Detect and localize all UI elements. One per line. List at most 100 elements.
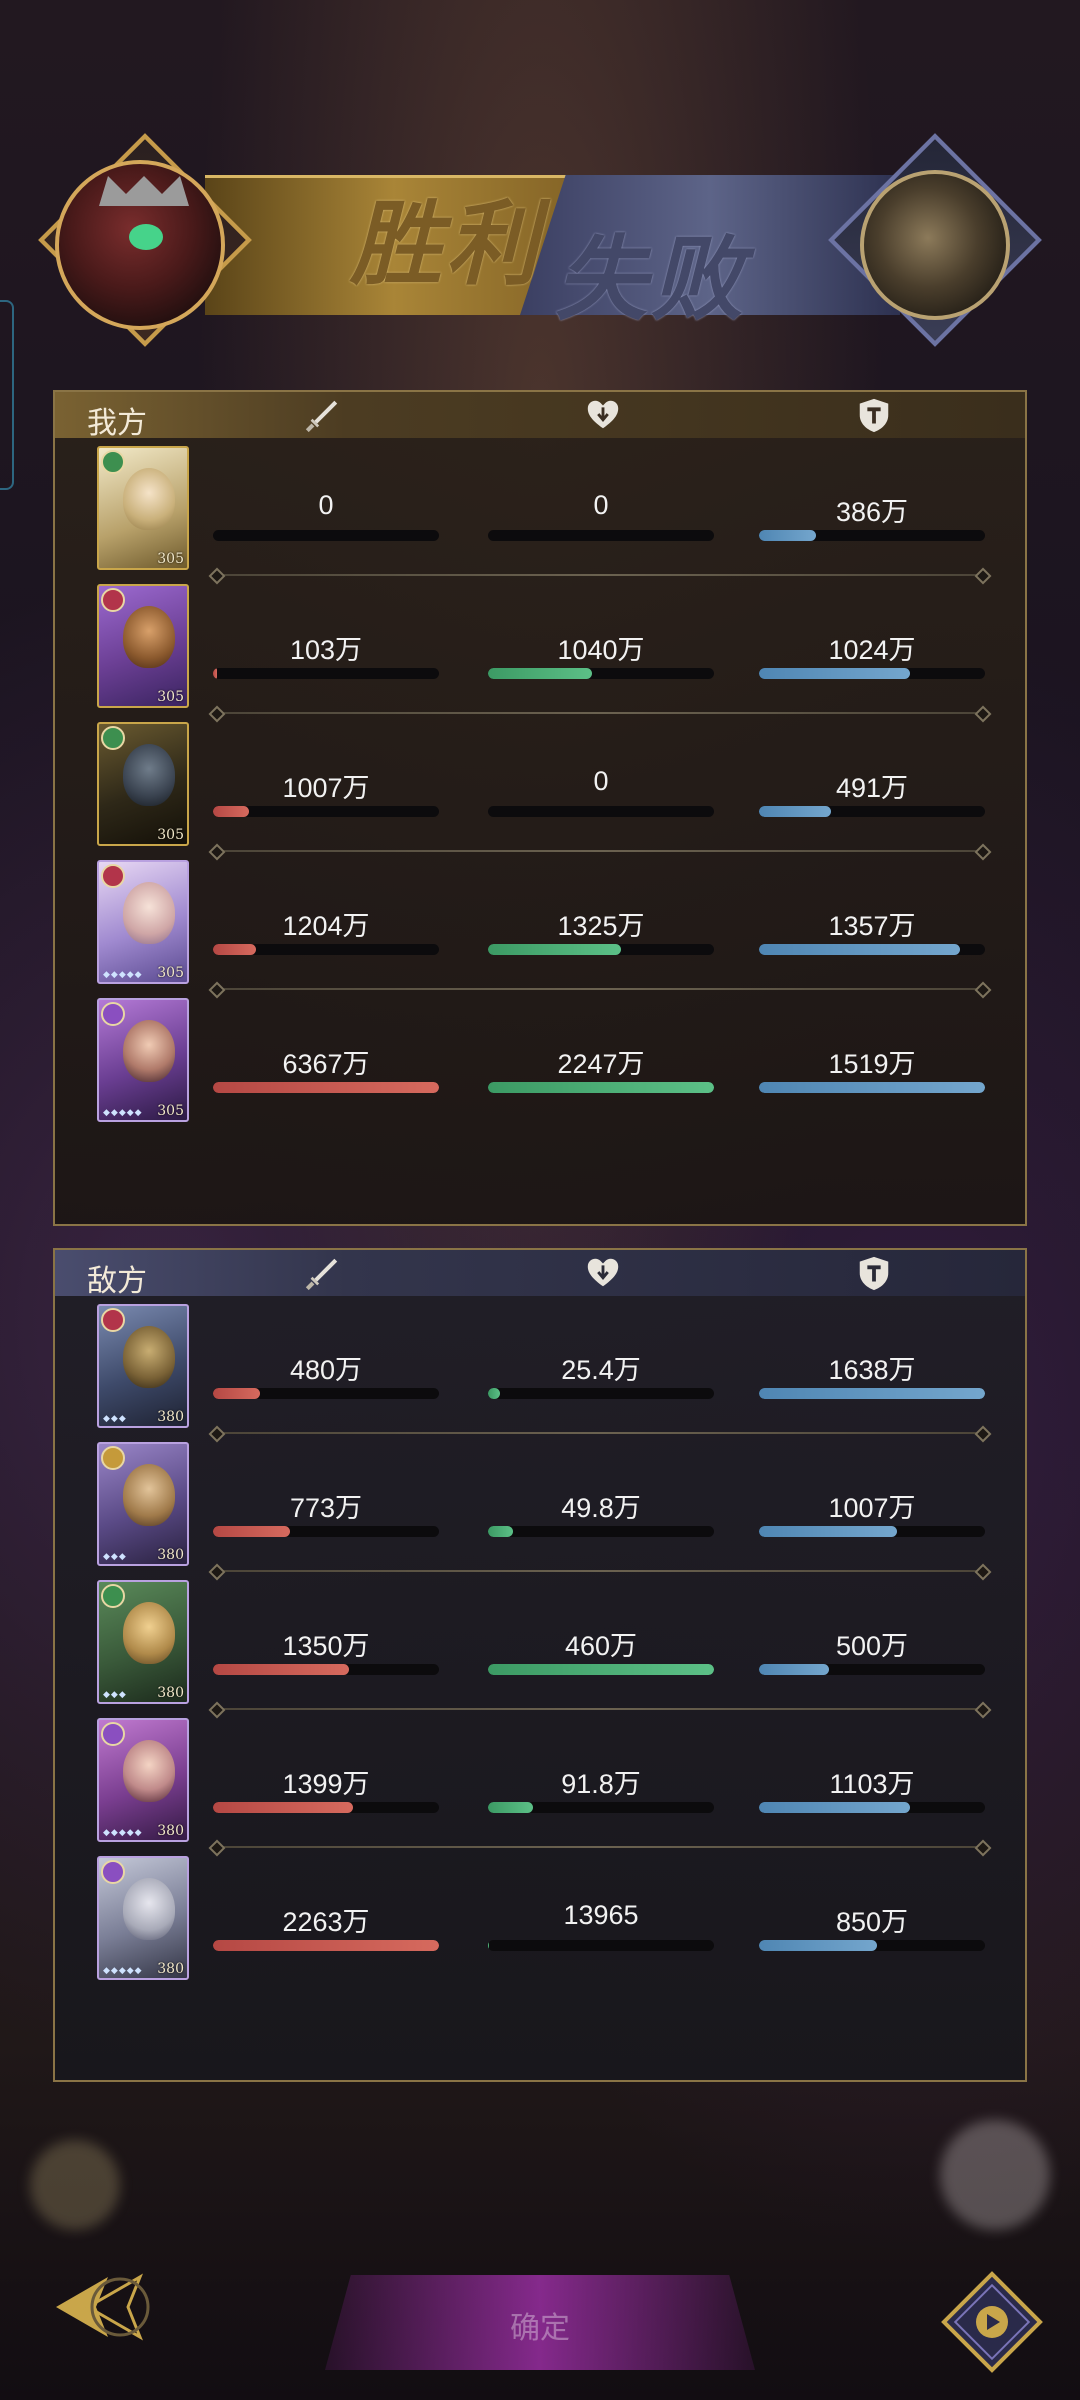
class-badge-icon <box>101 726 125 750</box>
hero-level: 380 <box>157 1961 184 1977</box>
heal-value: 0 <box>593 490 609 520</box>
heal-value: 460万 <box>564 1631 638 1661</box>
damage-bar-fill <box>213 1940 439 1951</box>
class-badge-icon <box>101 1002 125 1026</box>
tank-bar <box>759 806 985 817</box>
confirm-label: 确定 <box>510 2312 570 2345</box>
damage-bar-fill <box>213 1388 261 1399</box>
star-rating: ◆◆◆ <box>103 1689 127 1699</box>
heal-value: 13965 <box>563 1900 639 1930</box>
damage-bar-fill <box>213 944 256 955</box>
hero-level: 380 <box>157 1685 184 1701</box>
class-badge-icon <box>101 1860 125 1884</box>
damage-stat: 1399万 <box>213 1762 439 1813</box>
tank-bar <box>759 668 985 679</box>
defeat-text: 失败 <box>555 225 748 333</box>
class-badge-icon <box>101 864 125 888</box>
damage-value: 6367万 <box>282 1049 370 1079</box>
damage-bar <box>213 530 439 541</box>
enemy-team-panel: 敌方 ◆◆◆ 380 480万 25.4万 1638万 ◆◆◆ 380 773万… <box>53 1248 1027 2082</box>
class-badge-icon <box>101 1584 125 1608</box>
hero-card[interactable]: 305 <box>97 722 189 846</box>
tank-bar-fill <box>759 1664 830 1675</box>
confirm-button[interactable]: 确定 <box>325 2275 755 2370</box>
tank-value: 850万 <box>835 1907 909 1937</box>
list-item: 305 103万 1040万 1024万 <box>55 584 1025 722</box>
hero-card[interactable]: ◆◆◆◆◆ 380 <box>97 1718 189 1842</box>
hero-card[interactable]: ◆◆◆ 380 <box>97 1442 189 1566</box>
damage-value: 1350万 <box>282 1631 370 1661</box>
heal-bar <box>488 530 714 541</box>
damage-bar-fill <box>213 806 250 817</box>
sword-icon <box>303 1254 341 1292</box>
replay-button[interactable] <box>940 2270 1044 2374</box>
hero-card[interactable]: 305 <box>97 584 189 708</box>
hero-card[interactable]: ◆◆◆ 380 <box>97 1304 189 1428</box>
damage-bar-fill <box>213 1082 439 1093</box>
row-divider <box>215 1846 985 1848</box>
damage-bar <box>213 1526 439 1537</box>
tank-bar-fill <box>759 806 832 817</box>
tank-value: 1357万 <box>828 911 916 941</box>
heal-bar-fill <box>488 1082 714 1093</box>
heal-value: 25.4万 <box>561 1355 641 1385</box>
back-button[interactable] <box>48 2255 158 2355</box>
damage-stat: 480万 <box>213 1348 439 1399</box>
damage-value: 1399万 <box>282 1769 370 1799</box>
panel-header: 敌方 <box>55 1250 1025 1299</box>
list-item: ◆◆◆◆◆ 380 2263万 13965 850万 <box>55 1856 1025 1994</box>
heal-value: 1325万 <box>557 911 645 941</box>
back-arrow-icon <box>56 2273 150 2341</box>
row-divider <box>215 1708 985 1710</box>
hero-card[interactable]: ◆◆◆◆◆ 305 <box>97 998 189 1122</box>
sword-icon <box>303 396 341 434</box>
panel-title: 敌方 <box>87 1264 147 1299</box>
heal-bar-fill <box>488 668 592 679</box>
list-item: ◆◆◆ 380 773万 49.8万 1007万 <box>55 1442 1025 1580</box>
hero-level: 380 <box>157 1409 184 1425</box>
heart-icon <box>584 1254 622 1292</box>
damage-bar <box>213 1664 439 1675</box>
replay-icon <box>941 2271 1043 2373</box>
enemy-leader-avatar[interactable] <box>860 170 1010 320</box>
hero-level: 305 <box>157 965 184 981</box>
tank-value: 1024万 <box>828 635 916 665</box>
hero-portrait <box>123 1464 175 1526</box>
hero-portrait <box>123 1326 175 1388</box>
hero-portrait <box>123 468 175 530</box>
tank-bar-fill <box>759 1940 877 1951</box>
class-badge-icon <box>101 1446 125 1470</box>
tank-stat: 1638万 <box>759 1348 985 1399</box>
hero-portrait <box>123 606 175 668</box>
heal-stat: 49.8万 <box>488 1486 714 1537</box>
star-rating: ◆◆◆◆◆ <box>103 1965 143 1975</box>
tank-bar-fill <box>759 1802 911 1813</box>
heal-bar <box>488 944 714 955</box>
damage-bar-fill <box>213 1526 290 1537</box>
our-leader-avatar[interactable] <box>55 160 225 330</box>
hero-card[interactable]: ◆◆◆◆◆ 380 <box>97 1856 189 1980</box>
hero-card[interactable]: ◆◆◆◆◆ 305 <box>97 860 189 984</box>
tank-value: 1103万 <box>829 1769 915 1799</box>
class-badge-icon <box>101 588 125 612</box>
class-badge-icon <box>101 1722 125 1746</box>
damage-bar <box>213 944 439 955</box>
list-item: 305 1007万 0 491万 <box>55 722 1025 860</box>
shield-icon <box>855 396 893 434</box>
hero-portrait <box>123 882 175 944</box>
tank-stat: 1519万 <box>759 1042 985 1093</box>
damage-stat: 1204万 <box>213 904 439 955</box>
panel-title: 我方 <box>87 406 147 441</box>
tank-stat: 1103万 <box>759 1762 985 1813</box>
row-divider <box>215 574 985 576</box>
hero-card[interactable]: ◆◆◆ 380 <box>97 1580 189 1704</box>
tank-stat: 500万 <box>759 1624 985 1675</box>
heal-stat: 13965 <box>488 1900 714 1951</box>
tank-bar <box>759 1082 985 1093</box>
heal-value: 49.8万 <box>561 1493 641 1523</box>
hero-level: 305 <box>157 1103 184 1119</box>
hero-card[interactable]: 305 <box>97 446 189 570</box>
heart-icon <box>584 396 622 434</box>
our-team-panel: 我方 305 0 0 386万 305 103万 1040万 1024万 305… <box>53 390 1027 1226</box>
tank-stat: 850万 <box>759 1900 985 1951</box>
